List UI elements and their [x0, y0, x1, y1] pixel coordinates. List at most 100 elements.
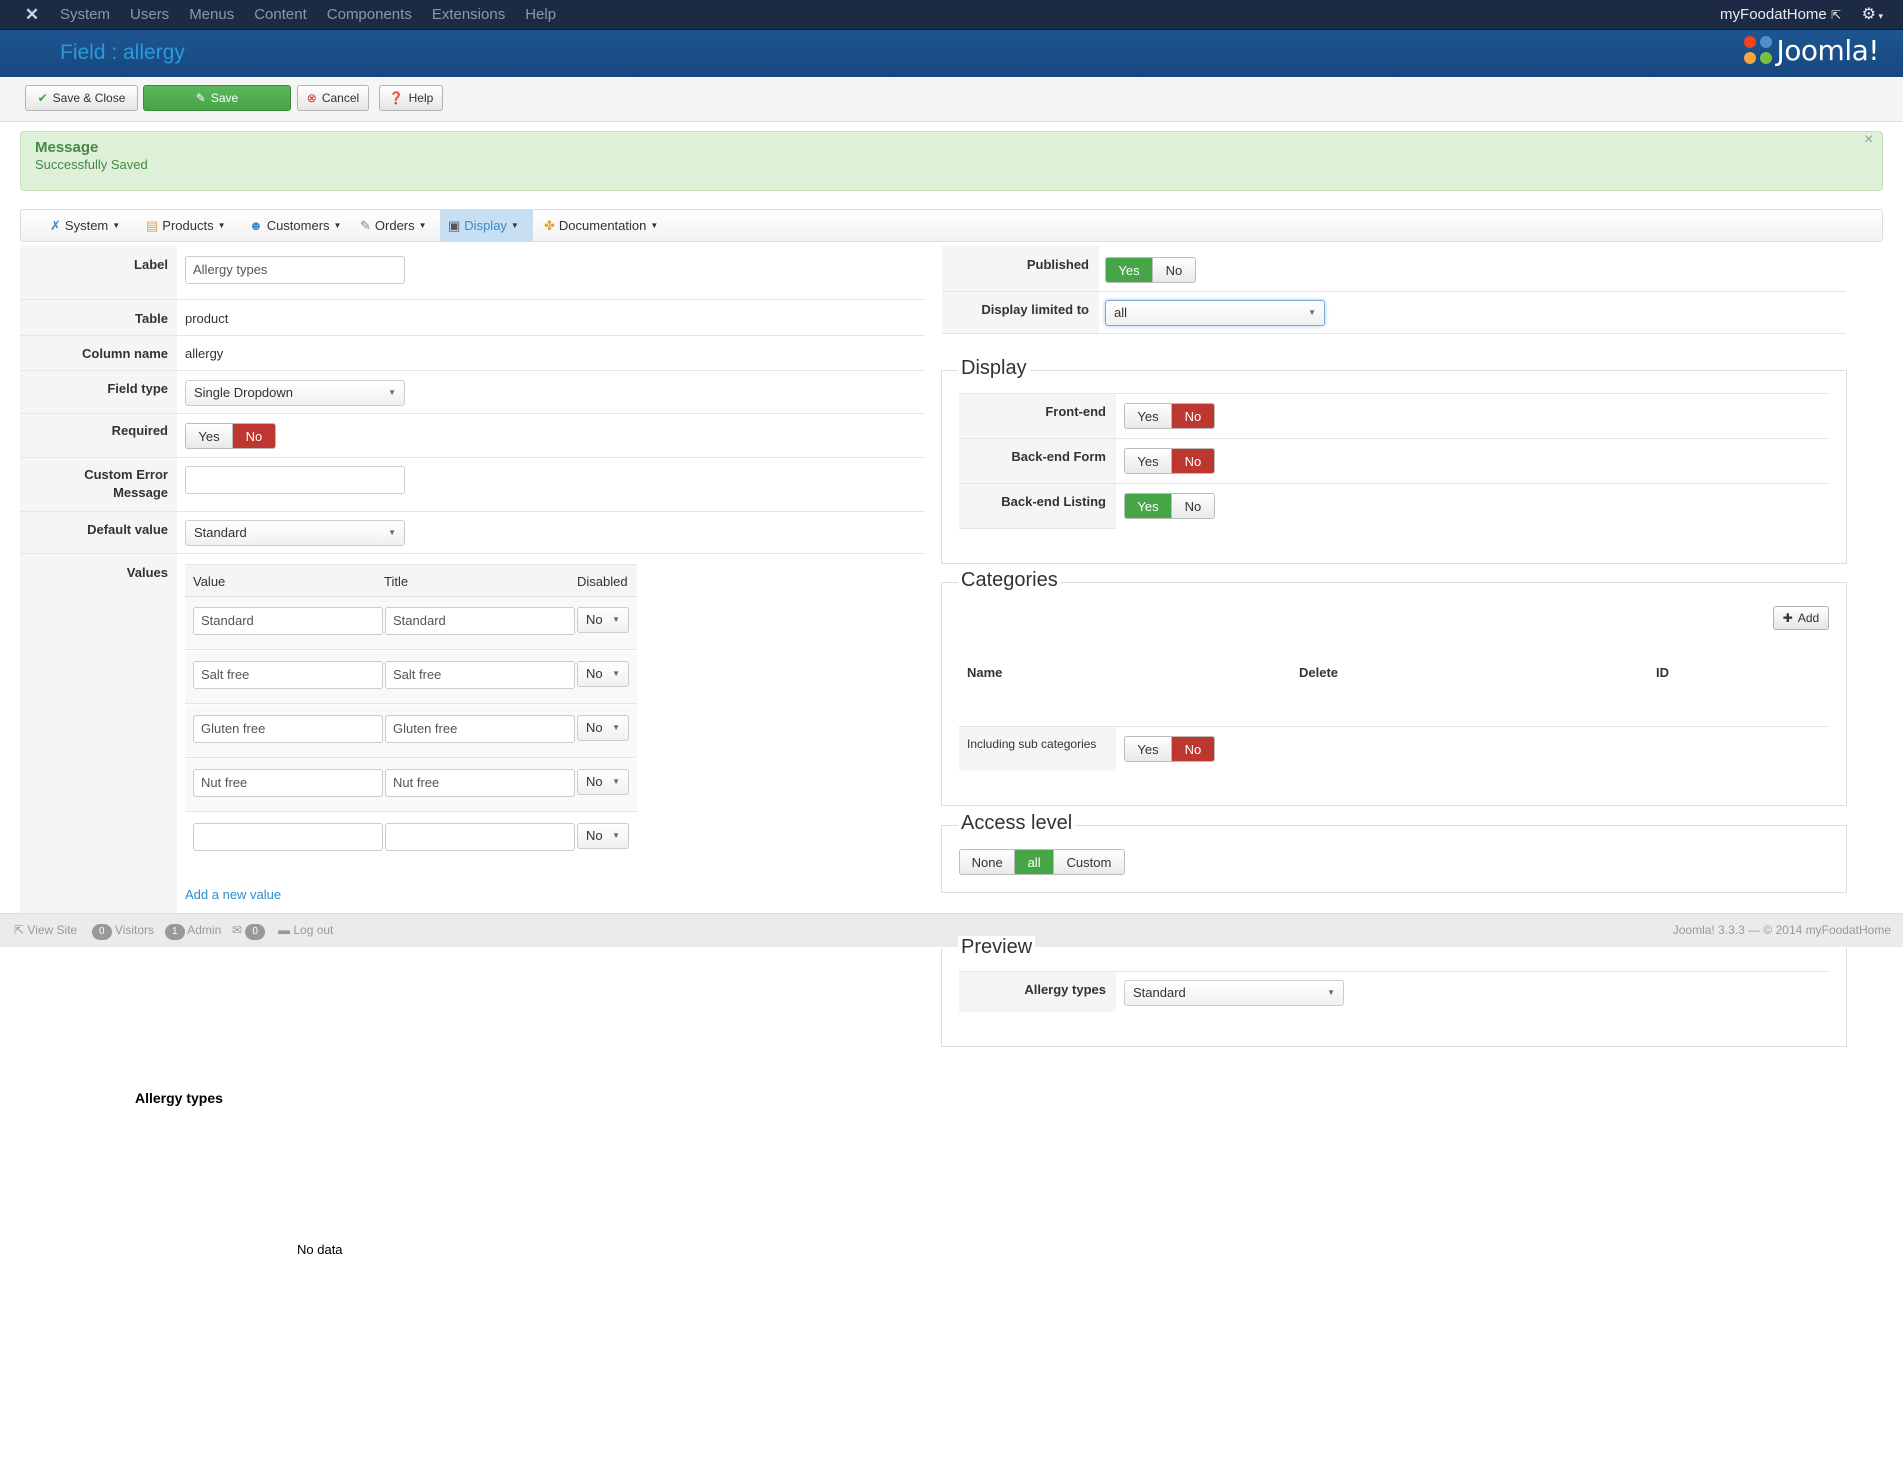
external-icon: ⇱	[14, 923, 25, 937]
nav-display[interactable]: ▣ Display ▼	[440, 210, 533, 241]
value-input[interactable]	[193, 823, 383, 851]
menu-extensions[interactable]: Extensions	[422, 0, 515, 30]
value-input[interactable]: Salt free	[193, 661, 383, 689]
save-label: Save	[210, 91, 239, 105]
nav-orders[interactable]: ✎ Orders ▼	[352, 210, 435, 241]
row-divider	[20, 553, 925, 554]
site-name: myFoodatHome	[1720, 6, 1827, 23]
admin-status: 1 Admin	[165, 913, 221, 947]
nav-products-label: Products	[162, 218, 214, 233]
row-divider	[959, 483, 1829, 484]
required-no-button[interactable]: No	[231, 424, 275, 448]
save-close-button[interactable]: ✔ Save & Close	[25, 85, 138, 111]
value-input[interactable]: Gluten free	[193, 715, 383, 743]
menu-content[interactable]: Content	[244, 0, 317, 30]
disabled-select[interactable]: No ▼	[577, 769, 629, 795]
display-limited-value: all	[1114, 305, 1128, 320]
nav-customers[interactable]: ☻ Customers ▼	[241, 210, 349, 241]
nav-system[interactable]: ✗ System ▼	[42, 210, 128, 241]
row-divider	[20, 457, 925, 458]
visitors-status: 0 Visitors	[92, 913, 154, 947]
back-end-form-toggle: Yes No	[1124, 448, 1215, 474]
required-yes-button[interactable]: Yes	[186, 424, 232, 448]
message-title: Message	[35, 139, 99, 156]
value-input[interactable]: Standard	[193, 607, 383, 635]
title-input[interactable]	[385, 823, 575, 851]
access-none-button[interactable]: None	[960, 850, 1015, 874]
required-toggle: Yes No	[185, 423, 276, 449]
default-value-value: Standard	[194, 525, 247, 540]
chevron-down-icon: ▼	[1327, 988, 1335, 997]
custom-error-input[interactable]	[185, 466, 405, 494]
envelope-icon: ✉	[232, 923, 243, 937]
cancel-icon: ⊗	[306, 91, 317, 105]
logout-link[interactable]: ▬ Log out	[278, 913, 333, 947]
caret-icon: ▼	[510, 221, 519, 230]
caret-icon: ▼	[333, 221, 342, 230]
menu-help[interactable]: Help	[515, 0, 566, 30]
orders-icon: ✎	[360, 217, 371, 233]
disabled-select[interactable]: No ▼	[577, 661, 629, 687]
disabled-select[interactable]: No ▼	[577, 607, 629, 633]
field-type-select[interactable]: Single Dropdown ▼	[185, 380, 405, 406]
view-site-link[interactable]: ⇱ View Site	[14, 913, 77, 947]
front-end-toggle: Yes No	[1124, 403, 1215, 429]
published-toggle: Yes No	[1105, 257, 1196, 283]
access-all-button[interactable]: all	[1014, 850, 1053, 874]
page-title: Field : allergy	[60, 41, 185, 64]
joomla-icon[interactable]: ✕	[22, 5, 42, 25]
messages-status[interactable]: ✉ 0	[232, 913, 265, 947]
disabled-select[interactable]: No ▼	[577, 823, 629, 849]
cancel-button[interactable]: ⊗ Cancel	[297, 85, 369, 111]
access-custom-button[interactable]: Custom	[1052, 850, 1124, 874]
chevron-down-icon: ▼	[612, 669, 620, 678]
back-end-listing-no-button[interactable]: No	[1170, 494, 1214, 518]
back-end-form-yes-button[interactable]: Yes	[1125, 449, 1171, 473]
front-end-no-button[interactable]: No	[1170, 404, 1214, 428]
custom-error-label-1: Custom Error	[84, 467, 168, 482]
close-icon[interactable]: ×	[1864, 131, 1873, 149]
nav-documentation[interactable]: ✤ Documentation ▼	[536, 210, 666, 241]
add-category-button[interactable]: ✚ Add	[1773, 606, 1829, 630]
box-icon: ▤	[146, 217, 159, 233]
help-button[interactable]: ❓ Help	[379, 85, 443, 111]
published-yes-button[interactable]: Yes	[1106, 258, 1152, 282]
back-end-listing-yes-button[interactable]: Yes	[1125, 494, 1171, 518]
add-value-link[interactable]: Add a new value	[185, 887, 281, 902]
display-icon: ▣	[448, 217, 461, 233]
title-input[interactable]: Gluten free	[385, 715, 575, 743]
row-divider	[942, 291, 1846, 292]
including-sub-no-button[interactable]: No	[1170, 737, 1214, 761]
row-divider	[20, 335, 925, 336]
label-input[interactable]: Allergy types	[185, 256, 405, 284]
values-header-disabled: Disabled	[577, 574, 628, 589]
menu-system[interactable]: System	[50, 0, 120, 30]
front-end-yes-button[interactable]: Yes	[1125, 404, 1171, 428]
menu-menus[interactable]: Menus	[179, 0, 244, 30]
disabled-select[interactable]: No ▼	[577, 715, 629, 741]
value-input[interactable]: Nut free	[193, 769, 383, 797]
published-no-button[interactable]: No	[1151, 258, 1195, 282]
menu-users[interactable]: Users	[120, 0, 179, 30]
default-value-select[interactable]: Standard ▼	[185, 520, 405, 546]
title-input[interactable]: Nut free	[385, 769, 575, 797]
preview-select[interactable]: Standard ▼	[1124, 980, 1344, 1006]
including-sub-yes-button[interactable]: Yes	[1125, 737, 1171, 761]
nav-documentation-label: Documentation	[558, 218, 647, 233]
menu-components[interactable]: Components	[317, 0, 422, 30]
view-site-label: View Site	[27, 923, 78, 937]
display-limited-select[interactable]: all ▼	[1105, 300, 1325, 326]
title-input[interactable]: Standard	[385, 607, 575, 635]
no-data-text: No data	[297, 1242, 343, 1257]
admin-menu: System Users Menus Content Components Ex…	[50, 0, 566, 30]
site-link[interactable]: myFoodatHome ⇱	[1720, 0, 1841, 30]
save-button[interactable]: ✎ Save	[143, 85, 291, 111]
docs-icon: ✤	[544, 217, 555, 233]
nav-products[interactable]: ▤ Products ▼	[138, 210, 234, 241]
display-legend: Display	[958, 357, 1030, 380]
title-input[interactable]: Salt free	[385, 661, 575, 689]
back-end-form-no-button[interactable]: No	[1170, 449, 1214, 473]
gear-icon[interactable]: ⚙ ▾	[1862, 0, 1883, 31]
preview-label: Allergy types	[1024, 982, 1106, 997]
custom-error-label-2: Message	[113, 485, 168, 500]
